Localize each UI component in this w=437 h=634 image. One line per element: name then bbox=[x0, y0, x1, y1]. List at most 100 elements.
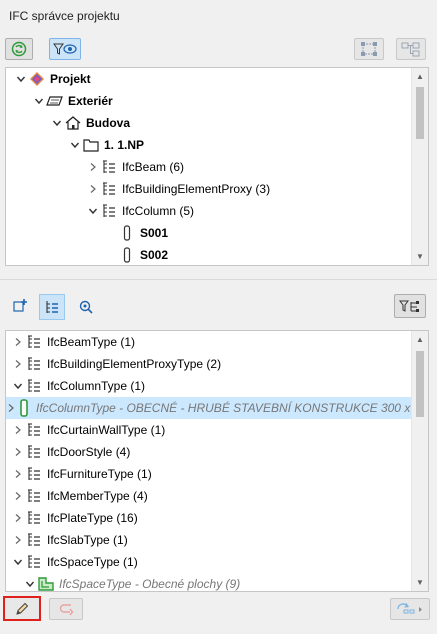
chevron-right-icon[interactable] bbox=[11, 491, 25, 501]
chevron-down-icon[interactable] bbox=[50, 118, 64, 128]
project-tree-scrollbar[interactable]: ▲ ▼ bbox=[411, 68, 428, 265]
element-type-icon bbox=[25, 422, 43, 438]
add-element-icon bbox=[13, 299, 27, 312]
element-type-icon bbox=[100, 203, 118, 219]
tree-row-label: Projekt bbox=[50, 72, 91, 86]
tree-row[interactable]: Exteriér bbox=[32, 90, 113, 112]
chevron-right-icon[interactable] bbox=[86, 184, 100, 194]
tree-row[interactable]: IfcMemberType (4) bbox=[6, 485, 412, 507]
tree-row-label: IfcSlabType (1) bbox=[47, 533, 128, 547]
tree-row[interactable]: IfcFurnitureType (1) bbox=[6, 463, 412, 485]
chevron-right-icon[interactable] bbox=[6, 403, 16, 413]
project-tree-panel[interactable]: Projekt Exteriér Budova 1. 1.NP IfcBeam (6) I… bbox=[5, 67, 429, 266]
scroll-thumb[interactable] bbox=[416, 351, 424, 417]
chevron-right-icon[interactable] bbox=[86, 162, 100, 172]
tree-view-icon bbox=[46, 301, 58, 313]
tree-view-button[interactable] bbox=[39, 294, 65, 320]
scroll-down-icon[interactable]: ▼ bbox=[412, 574, 428, 591]
chevron-down-icon[interactable] bbox=[23, 579, 37, 589]
chevron-right-icon[interactable] bbox=[11, 359, 25, 369]
chevron-down-icon[interactable] bbox=[11, 381, 25, 391]
tree-row-selected[interactable]: IfcColumnType - OBECNÉ - HRUBÉ STAVEBNÍ … bbox=[6, 397, 428, 419]
tree-row[interactable]: Projekt bbox=[14, 68, 91, 90]
tree-row[interactable]: S001 bbox=[104, 222, 168, 244]
hierarchy-button[interactable] bbox=[396, 38, 426, 60]
tree-row-label: IfcBeam (6) bbox=[122, 160, 185, 174]
tree-row[interactable]: S002 bbox=[104, 244, 168, 265]
tree-row[interactable]: IfcSpaceType - Obecné plochy (9) bbox=[6, 573, 412, 591]
storey-icon bbox=[82, 137, 100, 153]
element-type-icon bbox=[25, 510, 43, 526]
filter-eye-icon bbox=[53, 43, 77, 55]
column-type-icon bbox=[16, 399, 32, 417]
chevron-right-icon[interactable] bbox=[11, 337, 25, 347]
element-type-icon bbox=[25, 378, 43, 394]
filter-hierarchy-button[interactable] bbox=[394, 294, 426, 318]
element-type-icon bbox=[25, 466, 43, 482]
select-bounds-button[interactable] bbox=[354, 38, 384, 60]
undo-icon bbox=[59, 604, 74, 616]
chevron-right-icon[interactable] bbox=[11, 469, 25, 479]
tree-row[interactable]: IfcDoorStyle (4) bbox=[6, 441, 412, 463]
tree-row[interactable]: Budova bbox=[50, 112, 130, 134]
tree-row[interactable]: IfcBeam (6) bbox=[86, 156, 184, 178]
type-tree-scrollbar[interactable]: ▲ ▼ bbox=[411, 331, 428, 591]
scroll-down-icon[interactable]: ▼ bbox=[412, 248, 428, 265]
undo-button[interactable] bbox=[49, 598, 83, 620]
chevron-right-icon[interactable] bbox=[11, 447, 25, 457]
tree-row[interactable]: IfcBuildingElementProxyType (2) bbox=[6, 353, 412, 375]
edit-button[interactable] bbox=[3, 596, 41, 621]
window-title: IFC správce projektu bbox=[9, 9, 120, 23]
element-type-icon bbox=[25, 356, 43, 372]
tree-row-label: S001 bbox=[140, 226, 169, 240]
space-type-icon bbox=[37, 576, 55, 591]
tree-row[interactable]: IfcBuildingElementProxy (3) bbox=[86, 178, 270, 200]
search-button[interactable] bbox=[74, 295, 98, 319]
element-type-icon bbox=[100, 159, 118, 175]
tree-row-label: IfcColumn (5) bbox=[122, 204, 195, 218]
scroll-up-icon[interactable]: ▲ bbox=[412, 68, 428, 85]
element-type-icon bbox=[25, 488, 43, 504]
tree-row-label: IfcColumnType - OBECNÉ - HRUBÉ STAVEBNÍ … bbox=[36, 401, 429, 415]
scroll-thumb[interactable] bbox=[416, 87, 424, 139]
tree-row-label: 1. 1.NP bbox=[104, 138, 145, 152]
element-type-icon bbox=[25, 554, 43, 570]
tree-row-label: IfcBuildingElementProxyType (2) bbox=[47, 357, 222, 371]
panel-splitter[interactable] bbox=[0, 279, 437, 280]
tree-row[interactable]: IfcColumn (5) bbox=[86, 200, 194, 222]
chevron-down-icon[interactable] bbox=[14, 74, 28, 84]
tree-row-label: IfcBeamType (1) bbox=[47, 335, 136, 349]
chevron-right-icon[interactable] bbox=[11, 535, 25, 545]
tree-row-label: IfcCurtainWallType (1) bbox=[47, 423, 166, 437]
tree-row[interactable]: IfcColumnType (1) bbox=[6, 375, 412, 397]
tree-row-label: Exteriér bbox=[68, 94, 113, 108]
chevron-right-icon[interactable] bbox=[11, 425, 25, 435]
tree-row[interactable]: IfcPlateType (16) bbox=[6, 507, 412, 529]
tree-row-label: IfcDoorStyle (4) bbox=[47, 445, 131, 459]
assign-icon bbox=[397, 603, 422, 614]
chevron-down-icon[interactable] bbox=[68, 140, 82, 150]
refresh-icon bbox=[11, 41, 27, 57]
tree-row-label: IfcSpaceType (1) bbox=[47, 555, 138, 569]
add-element-button[interactable] bbox=[9, 294, 33, 318]
filter-view-button[interactable] bbox=[49, 38, 81, 60]
column-icon bbox=[118, 225, 136, 241]
assign-button[interactable] bbox=[390, 598, 430, 620]
tree-row[interactable]: IfcCurtainWallType (1) bbox=[6, 419, 412, 441]
chevron-down-icon[interactable] bbox=[32, 96, 46, 106]
chevron-right-icon[interactable] bbox=[11, 513, 25, 523]
chevron-down-icon[interactable] bbox=[11, 557, 25, 567]
scroll-up-icon[interactable]: ▲ bbox=[412, 331, 428, 348]
site-icon bbox=[46, 93, 64, 109]
chevron-down-icon[interactable] bbox=[86, 206, 100, 216]
tree-row[interactable]: 1. 1.NP bbox=[68, 134, 144, 156]
column-icon bbox=[118, 247, 136, 263]
element-type-icon bbox=[25, 334, 43, 350]
refresh-button[interactable] bbox=[5, 38, 33, 60]
tree-row[interactable]: IfcSpaceType (1) bbox=[6, 551, 412, 573]
tree-row[interactable]: IfcBeamType (1) bbox=[6, 331, 412, 353]
project-icon bbox=[28, 71, 46, 87]
type-tree-panel[interactable]: IfcBeamType (1) IfcBuildingElementProxyTy… bbox=[5, 330, 429, 592]
element-type-icon bbox=[25, 444, 43, 460]
tree-row[interactable]: IfcSlabType (1) bbox=[6, 529, 412, 551]
